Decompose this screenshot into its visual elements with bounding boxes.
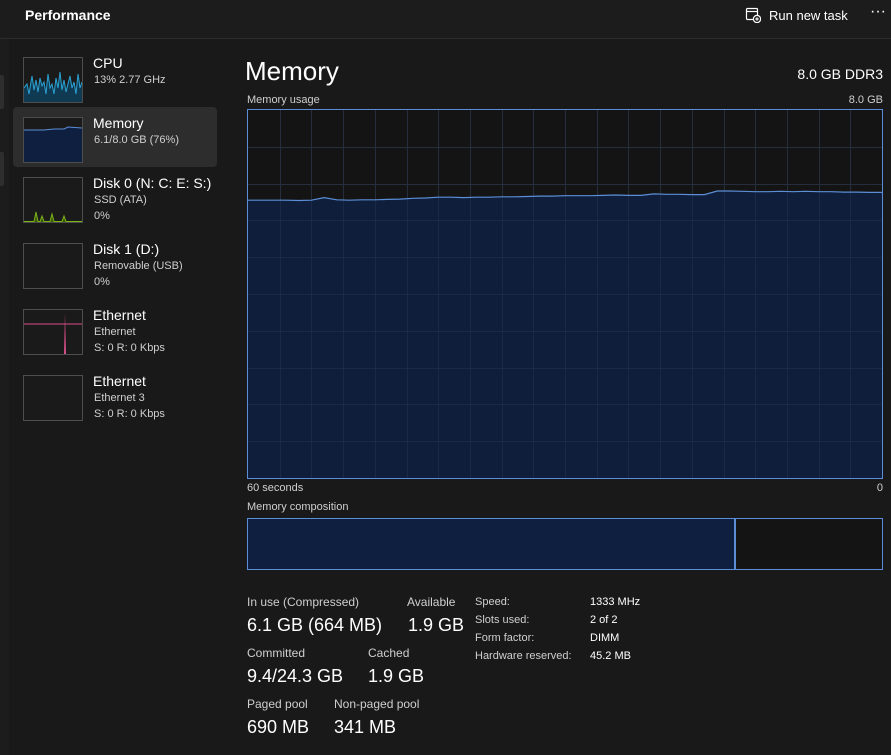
run-new-task-button[interactable]: Run new task (745, 4, 848, 26)
available-label: Available (407, 595, 456, 609)
sidebar-item-detail: 6.1/8.0 GB (76%) (94, 134, 179, 146)
memory-detail-panel: Memory 8.0 GB DDR3 Memory usage 8.0 GB 6… (225, 39, 891, 755)
non-paged-pool-label: Non-paged pool (334, 697, 420, 711)
page-title: Performance (25, 7, 111, 23)
nav-strip-marker[interactable] (0, 75, 4, 109)
sidebar-item-name: Disk 1 (D:) (93, 241, 160, 257)
resource-title: Memory (245, 56, 339, 86)
cached-value: 1.9 GB (368, 666, 425, 686)
run-new-task-icon (745, 7, 761, 23)
run-new-task-label: Run new task (769, 7, 848, 23)
form-factor-value: DIMM (590, 632, 620, 644)
hardware-reserved-value: 45.2 MB (590, 650, 631, 662)
title-bar: Performance Run new task ··· (0, 0, 891, 39)
in-use-value: 6.1 GB (664 MB) (247, 615, 383, 635)
sidebar-item-name: CPU (93, 55, 123, 71)
memory-usage-label: Memory usage (247, 94, 320, 106)
paged-pool-value: 690 MB (247, 717, 310, 737)
slots-used-label: Slots used: (475, 614, 530, 626)
disk-1-mini-graph (23, 243, 83, 289)
sidebar-item-disk-1[interactable]: Disk 1 (D:) Removable (USB) 0% (13, 233, 217, 293)
sidebar-item-detail: Ethernet 3 (94, 392, 145, 404)
time-end-label: 0 (876, 482, 883, 494)
memory-composition-label: Memory composition (247, 501, 349, 513)
cached-label: Cached (368, 646, 410, 660)
composition-in-use-segment (248, 519, 734, 569)
sidebar-item-detail: Removable (USB) (94, 260, 183, 272)
more-options-button[interactable]: ··· (870, 3, 886, 21)
paged-pool-label: Paged pool (247, 697, 308, 711)
sidebar-item-detail: 0% (94, 276, 110, 288)
sidebar-item-name: Ethernet (93, 373, 146, 389)
sidebar-item-memory[interactable]: Memory 6.1/8.0 GB (76%) (13, 107, 217, 167)
speed-value: 1333 MHz (590, 596, 641, 608)
disk-0-mini-graph (23, 177, 83, 223)
speed-label: Speed: (475, 596, 510, 608)
ethernet-3-mini-graph (23, 375, 83, 421)
sidebar-item-disk-0[interactable]: Disk 0 (N: C: E: S:) SSD (ATA) 0% (13, 167, 217, 227)
sidebar-item-detail: 13% 2.77 GHz (94, 74, 166, 86)
form-factor-label: Form factor: (475, 632, 535, 644)
performance-sidebar: CPU 13% 2.77 GHz Memory 6.1/8.0 GB (76%)… (9, 39, 225, 755)
composition-divider (734, 519, 736, 569)
sidebar-item-detail: 0% (94, 210, 110, 222)
cpu-mini-graph (23, 57, 83, 103)
memory-spec: 8.0 GB DDR3 (797, 66, 883, 82)
memory-mini-graph (23, 117, 83, 163)
nav-strip (0, 39, 9, 755)
memory-composition-bar (247, 518, 883, 570)
ethernet-mini-graph (23, 309, 83, 355)
sidebar-item-ethernet[interactable]: Ethernet Ethernet S: 0 R: 0 Kbps (13, 299, 217, 359)
committed-value: 9.4/24.3 GB (247, 666, 344, 686)
sidebar-item-detail: S: 0 R: 0 Kbps (94, 408, 165, 420)
sidebar-item-detail: Ethernet (94, 326, 136, 338)
memory-usage-max: 8.0 GB (848, 94, 883, 106)
sidebar-item-name: Memory (93, 115, 144, 131)
sidebar-item-cpu[interactable]: CPU 13% 2.77 GHz (13, 47, 217, 107)
nav-strip-marker[interactable] (0, 152, 4, 186)
time-span-label: 60 seconds (247, 482, 304, 494)
memory-usage-graph (247, 109, 883, 479)
sidebar-item-detail: SSD (ATA) (94, 194, 147, 206)
committed-label: Committed (247, 646, 306, 660)
non-paged-pool-value: 341 MB (334, 717, 397, 737)
sidebar-item-name: Disk 0 (N: C: E: S:) (93, 175, 212, 191)
sidebar-item-name: Ethernet (93, 307, 146, 323)
hardware-reserved-label: Hardware reserved: (475, 650, 572, 662)
in-use-label: In use (Compressed) (247, 595, 360, 609)
sidebar-item-ethernet-3[interactable]: Ethernet Ethernet 3 S: 0 R: 0 Kbps (13, 365, 217, 425)
sidebar-item-detail: S: 0 R: 0 Kbps (94, 342, 165, 354)
available-value: 1.9 GB (408, 615, 465, 635)
slots-used-value: 2 of 2 (590, 614, 618, 626)
